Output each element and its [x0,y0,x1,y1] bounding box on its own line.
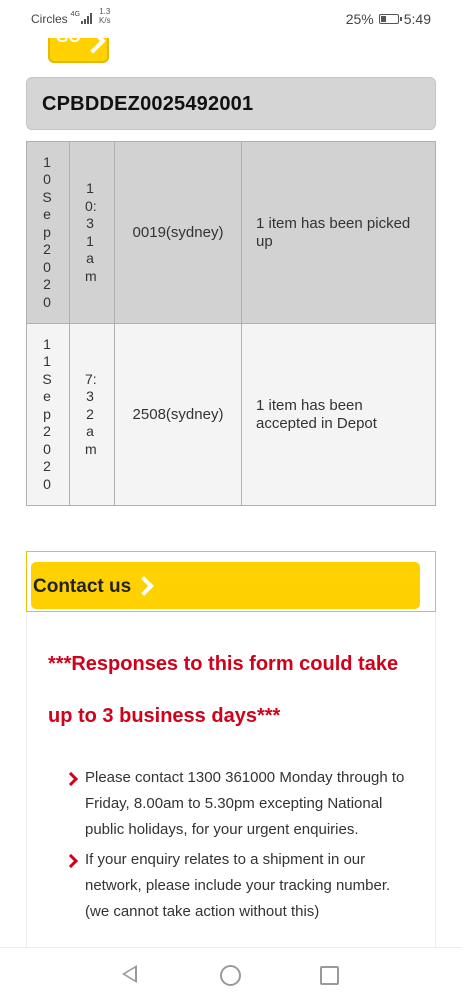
event-date-cell: 11Sep2020 [26,323,70,506]
tracking-number-header: CPBDDEZ0025492001 [26,77,436,130]
event-description: 1 item has been picked up [241,141,436,324]
signal-icon [81,12,93,24]
navigation-bar [0,947,462,1001]
list-item: If your enquiry relates to a shipment in… [63,847,413,925]
event-date: 11Sep2020 [42,335,52,492]
list-item-text: If your enquiry relates to a shipment in… [85,851,391,920]
event-location: 0019(sydney) [114,141,242,324]
contact-section: Contact us [26,551,436,612]
event-date-cell: 10Sep2020 [26,141,70,324]
table-row: 10Sep2020 10:31am 0019(sydney) 1 item ha… [26,141,436,324]
list-item: Please contact 1300 361000 Monday throug… [63,765,413,843]
event-time-cell: 10:31am [69,141,115,324]
info-list: Please contact 1300 361000 Monday throug… [63,765,413,929]
response-time-warning: ***Responses to this form could take up … [48,653,399,727]
table-row: 11Sep2020 7:32am 2508(sydney) 1 item has… [26,323,436,506]
status-right: 25% 5:49 [346,11,431,27]
chevron-right-icon [63,771,79,787]
network-speed: 1.3 K/s [99,7,111,25]
network-speed-value: 1.3 [99,7,111,16]
home-icon[interactable] [220,965,241,986]
battery-icon [378,14,402,24]
event-time: 7:32am [85,370,97,457]
network-type: 4G [70,11,81,18]
chevron-right-icon [63,853,79,869]
contact-us-label: Contact us [33,576,132,597]
tracking-number: CPBDDEZ0025492001 [42,93,254,115]
arrow-right-icon [80,38,106,54]
contact-us-button[interactable]: Contact us [31,562,420,609]
carrier-name: Circles [31,12,68,26]
contact-form-info: ***Responses to this form could take up … [26,612,436,952]
status-bar: Circles 4G 1.3 K/s 25% 5:49 [0,0,462,38]
event-location: 2508(sydney) [114,323,242,506]
go-button-label: GO [56,38,81,47]
event-description: 1 item has been accepted in Depot [241,323,436,506]
chevron-right-icon [134,576,154,596]
list-item-text: Please contact 1300 361000 Monday throug… [85,769,405,838]
clock: 5:49 [403,11,431,27]
event-time: 10:31am [85,180,97,284]
status-left: Circles 4G 1.3 K/s [31,7,111,26]
event-date: 10Sep2020 [42,153,52,310]
recent-apps-icon[interactable] [320,966,339,985]
go-button[interactable]: GO [48,38,109,63]
event-time-cell: 7:32am [69,323,115,506]
battery-percent: 25% [345,11,374,27]
back-icon[interactable] [122,965,137,983]
tracking-events-table: 10Sep2020 10:31am 0019(sydney) 1 item ha… [26,141,436,506]
network-speed-unit: K/s [99,16,111,25]
